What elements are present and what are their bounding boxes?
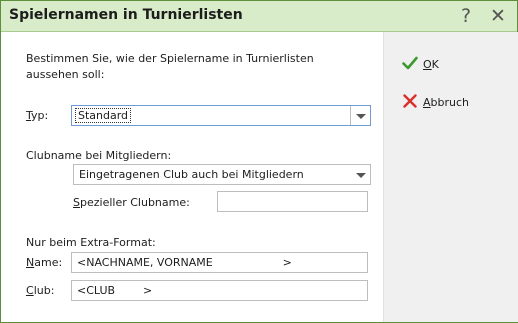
clubname-value: Eingetragenen Club auch bei Mitgliedern bbox=[79, 168, 304, 181]
club-label: Club: bbox=[26, 284, 55, 297]
title-bar: Spielernamen in Turnierlisten ? ✕ bbox=[1, 1, 517, 32]
checkmark-icon bbox=[402, 56, 418, 70]
special-clubname-label: Spezieller Clubname: bbox=[73, 196, 190, 209]
ok-button[interactable]: OK bbox=[402, 54, 472, 76]
special-clubname-input[interactable] bbox=[217, 191, 368, 212]
chevron-down-icon[interactable] bbox=[351, 165, 370, 184]
help-button[interactable]: ? bbox=[453, 4, 479, 28]
club-format-input[interactable]: <CLUB > bbox=[71, 280, 368, 301]
name-format-input[interactable]: <NACHNAME, VORNAME > bbox=[71, 252, 368, 273]
dialog-title: Spielernamen in Turnierlisten bbox=[9, 7, 243, 23]
cancel-label: Abbruch bbox=[423, 96, 470, 109]
intro-text-line2: aussehen soll: bbox=[26, 68, 105, 81]
typ-dropdown[interactable]: Standard bbox=[71, 105, 371, 126]
intro-text-line1: Bestimmen Sie, wie der Spielername in Tu… bbox=[26, 52, 314, 65]
ok-label: OK bbox=[423, 58, 439, 71]
typ-value: Standard bbox=[75, 108, 132, 123]
action-panel: OK Abbruch bbox=[383, 32, 518, 322]
clubname-label: Clubname bei Mitgliedern: bbox=[26, 149, 172, 162]
name-label: Name: bbox=[26, 256, 63, 269]
clubname-dropdown[interactable]: Eingetragenen Club auch bei Mitgliedern bbox=[73, 164, 371, 185]
help-icon: ? bbox=[460, 5, 472, 27]
typ-label: Typ: bbox=[26, 109, 49, 122]
form-panel: Bestimmen Sie, wie der Spielername in Tu… bbox=[1, 32, 383, 322]
extra-format-heading: Nur beim Extra-Format: bbox=[26, 236, 156, 249]
close-button[interactable]: ✕ bbox=[485, 4, 511, 28]
cancel-button[interactable]: Abbruch bbox=[402, 92, 482, 114]
dialog-window: Spielernamen in Turnierlisten ? ✕ Bestim… bbox=[0, 0, 518, 323]
close-icon: ✕ bbox=[490, 5, 506, 27]
cancel-x-icon bbox=[403, 94, 417, 108]
chevron-down-icon[interactable] bbox=[350, 106, 370, 125]
